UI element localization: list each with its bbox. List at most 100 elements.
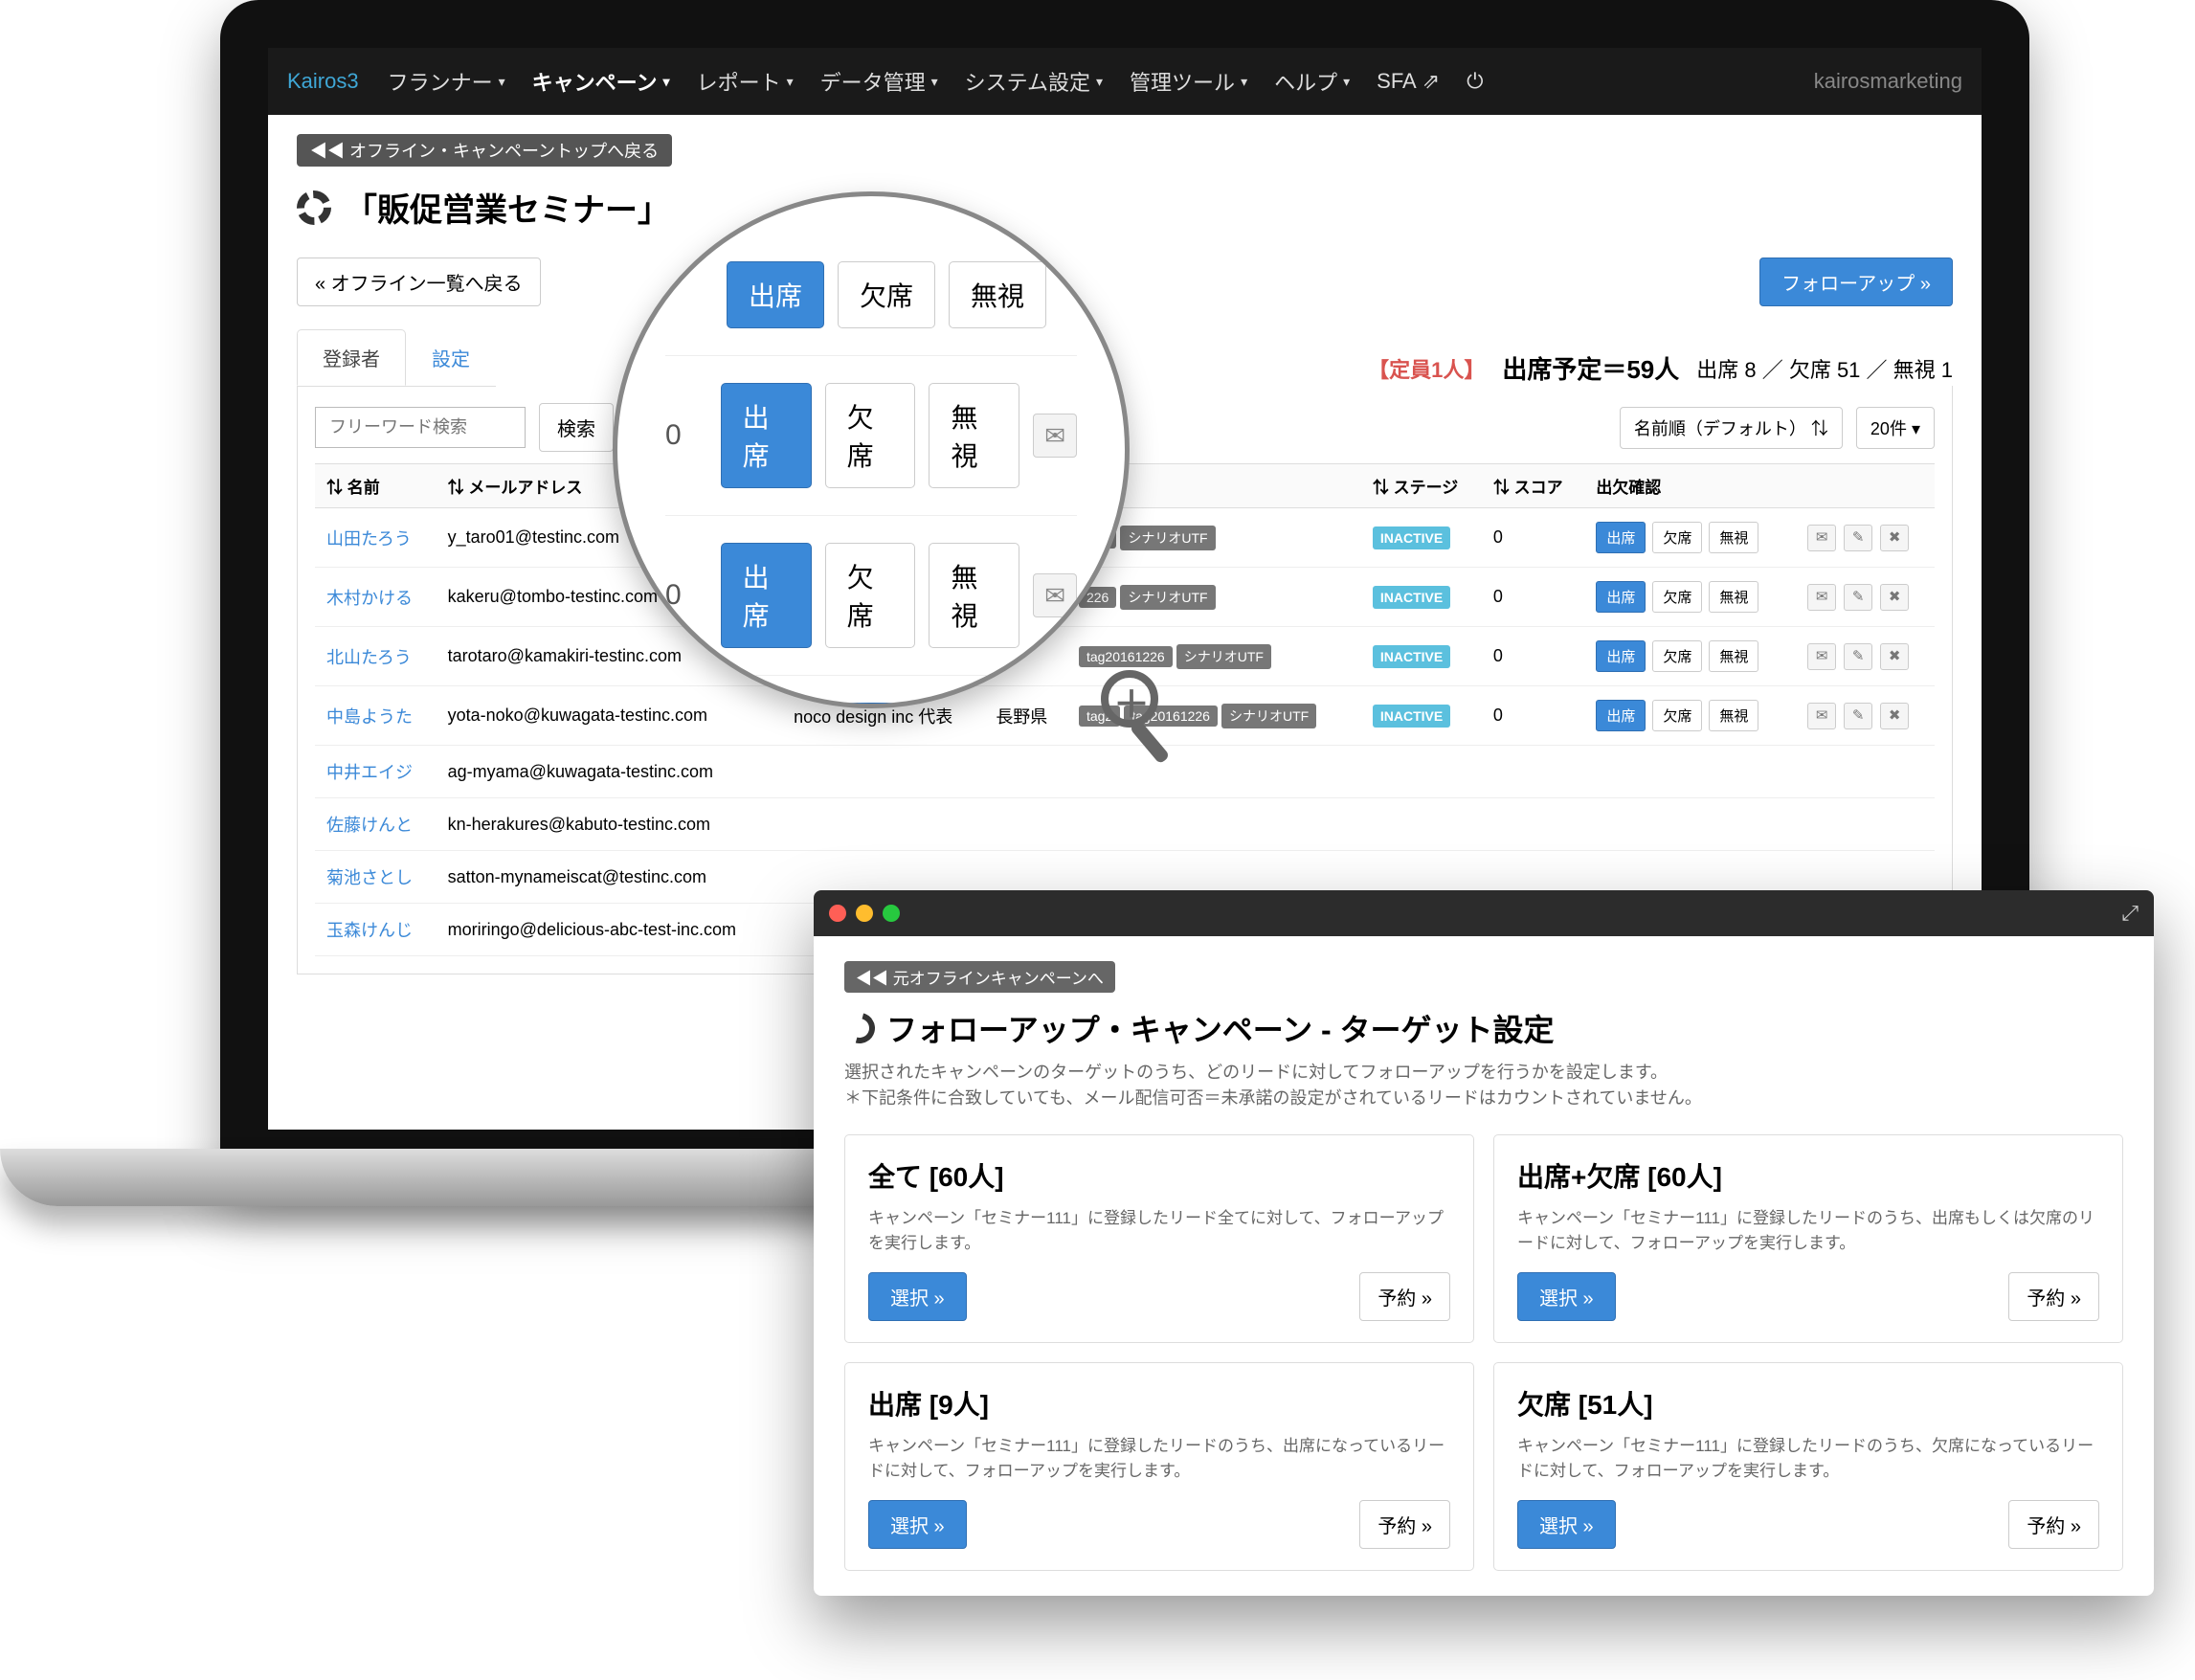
reserve-button[interactable]: 予約 » <box>1359 1272 1450 1321</box>
delete-icon[interactable]: ✖ <box>1880 584 1909 611</box>
attend-absent-button[interactable]: 欠席 <box>825 543 916 648</box>
table-row: 山田たろう y_taro01@testinc.com 226シナリオUTF IN… <box>315 508 1935 568</box>
attend-ignore-button[interactable]: 無視 <box>1709 581 1758 613</box>
sort-select[interactable]: 名前順（デフォルト） ⇅ <box>1620 407 1843 449</box>
nav-help[interactable]: ヘルプ▾ <box>1274 66 1350 97</box>
col-name[interactable]: ⇅ 名前 <box>315 464 437 508</box>
power-icon[interactable]: ⏻ <box>1467 69 1483 94</box>
nav-report[interactable]: レポート▾ <box>697 66 794 97</box>
back-list-button[interactable]: « オフライン一覧へ戻る <box>297 258 541 306</box>
attend-ignore-button[interactable]: 無視 <box>1709 522 1758 553</box>
popup-titlebar: ⤢ <box>814 890 2154 936</box>
mail-icon[interactable]: ✉ <box>1807 525 1836 551</box>
select-button[interactable]: 選択 » <box>1517 1500 1616 1549</box>
brand: Kairos3 <box>287 69 359 94</box>
mail-icon[interactable]: ✉ <box>1807 584 1836 611</box>
attend-present-button[interactable]: 出席 <box>721 543 812 648</box>
minimize-icon[interactable] <box>856 905 873 922</box>
delete-icon[interactable]: ✖ <box>1880 525 1909 551</box>
mail-icon[interactable]: ✉ <box>1807 703 1836 729</box>
expand-icon[interactable]: ⤢ <box>2121 901 2139 926</box>
reserve-button[interactable]: 予約 » <box>2008 1500 2099 1549</box>
attend-ignore-button[interactable]: 無視 <box>1709 640 1758 672</box>
card-title: 欠席 [51人] <box>1517 1384 2099 1422</box>
attend-present-button[interactable]: 出席 <box>1596 581 1646 613</box>
popup-desc: 選択されたキャンペーンのターゲットのうち、どのリードに対してフォローアップを行う… <box>844 1060 2123 1111</box>
attend-absent-button[interactable]: 欠席 <box>825 383 916 488</box>
attend-absent-button[interactable]: 欠席 <box>1652 522 1702 553</box>
col-attend: 出欠確認 <box>1584 464 1793 508</box>
reserve-button[interactable]: 予約 » <box>2008 1272 2099 1321</box>
select-button[interactable]: 選択 » <box>1517 1272 1616 1321</box>
popup-title: フォローアップ・キャンペーン - ターゲット設定 <box>844 1006 2123 1050</box>
target-card: 欠席 [51人] キャンペーン「セミナー111」に登録したリードのうち、欠席にな… <box>1493 1362 2123 1571</box>
delete-icon[interactable]: ✖ <box>1880 643 1909 670</box>
lead-link[interactable]: 中島ようた <box>326 707 413 727</box>
lead-link[interactable]: 菊池さとし <box>326 868 413 887</box>
select-button[interactable]: 選択 » <box>868 1272 967 1321</box>
card-desc: キャンペーン「セミナー111」に登録したリードのうち、欠席になっているリードに対… <box>1517 1434 2099 1483</box>
target-card: 出席 [9人] キャンペーン「セミナー111」に登録したリードのうち、出席になっ… <box>844 1362 1474 1571</box>
attend-absent-button[interactable]: 欠席 <box>1652 581 1702 613</box>
lead-link[interactable]: 玉森けんじ <box>326 921 413 940</box>
attend-absent-button[interactable]: 欠席 <box>838 261 935 328</box>
breadcrumb-back[interactable]: ◀◀ オフライン・キャンペーントップへ戻る <box>297 134 672 167</box>
nav-data[interactable]: データ管理▾ <box>820 66 938 97</box>
close-icon[interactable] <box>829 905 846 922</box>
nav-user[interactable]: kairosmarketing <box>1814 69 1962 94</box>
tab-settings[interactable]: 設定 <box>406 329 496 386</box>
mail-icon[interactable]: ✉ <box>1033 414 1077 458</box>
card-title: 全て [60人] <box>868 1156 1450 1195</box>
edit-icon[interactable]: ✎ <box>1844 584 1872 611</box>
target-card: 全て [60人] キャンペーン「セミナー111」に登録したリード全てに対して、フ… <box>844 1134 1474 1343</box>
search-input[interactable] <box>315 407 526 448</box>
card-title: 出席 [9人] <box>868 1384 1450 1422</box>
edit-icon[interactable]: ✎ <box>1844 703 1872 729</box>
mail-icon[interactable]: ✉ <box>1033 573 1077 617</box>
edit-icon[interactable]: ✎ <box>1844 525 1872 551</box>
attend-absent-button[interactable]: 欠席 <box>1652 700 1702 731</box>
search-button[interactable]: 検索 <box>539 403 614 452</box>
maximize-icon[interactable] <box>883 905 900 922</box>
reserve-button[interactable]: 予約 » <box>1359 1500 1450 1549</box>
magnifier-handle-icon: ＋ <box>1101 670 1187 756</box>
popup-back[interactable]: ◀◀ 元オフラインキャンペーンへ <box>844 961 1115 993</box>
card-desc: キャンペーン「セミナー111」に登録したリードのうち、出席になっているリードに対… <box>868 1434 1450 1483</box>
lead-link[interactable]: 山田たろう <box>326 529 412 549</box>
lead-link[interactable]: 佐藤けんと <box>326 816 413 835</box>
lead-link[interactable]: 北山たろう <box>326 648 412 667</box>
col-stage[interactable]: ⇅ ステージ <box>1361 464 1482 508</box>
lead-email: kn-herakures@kabuto-testinc.com <box>437 798 782 851</box>
followup-button[interactable]: フォローアップ » <box>1759 258 1953 306</box>
tab-registrants[interactable]: 登録者 <box>297 329 406 386</box>
table-row: 木村かける kakeru@tombo-testinc.com 226シナリオUT… <box>315 568 1935 627</box>
nav-planner[interactable]: フランナー▾ <box>388 66 505 97</box>
attend-absent-button[interactable]: 欠席 <box>1652 640 1702 672</box>
attend-ignore-button[interactable]: 無視 <box>929 543 1019 648</box>
attend-present-button[interactable]: 出席 <box>727 261 824 328</box>
nav-sfa[interactable]: SFA⇗ <box>1377 69 1440 94</box>
card-title: 出席+欠席 [60人] <box>1517 1156 2099 1195</box>
target-card: 出席+欠席 [60人] キャンペーン「セミナー111」に登録したリードのうち、出… <box>1493 1134 2123 1343</box>
attendance-stats: 【定員1人】 出席予定＝59人 出席 8 ／ 欠席 51 ／ 無視 1 <box>1368 350 1953 386</box>
nav-system[interactable]: システム設定▾ <box>965 66 1103 97</box>
delete-icon[interactable]: ✖ <box>1880 703 1909 729</box>
attend-present-button[interactable]: 出席 <box>1596 700 1646 731</box>
nav-admin[interactable]: 管理ツール▾ <box>1130 66 1247 97</box>
lead-link[interactable]: 木村かける <box>326 589 413 608</box>
attend-ignore-button[interactable]: 無視 <box>1709 700 1758 731</box>
col-score[interactable]: ⇅ スコア <box>1482 464 1584 508</box>
nav-campaign[interactable]: キャンペーン▾ <box>532 66 670 97</box>
lead-email: satton-mynameiscat@testinc.com <box>437 851 782 904</box>
attend-present-button[interactable]: 出席 <box>721 383 812 488</box>
attend-present-button[interactable]: 出席 <box>1596 522 1646 553</box>
magnifier-overlay: 出席 欠席 無視 0 出席 欠席 無視 ✉0 出席 欠席 無視 ✉ 出席 欠席 … <box>613 191 1130 708</box>
pagesize-select[interactable]: 20件 ▾ <box>1856 407 1935 449</box>
edit-icon[interactable]: ✎ <box>1844 643 1872 670</box>
mail-icon[interactable]: ✉ <box>1807 643 1836 670</box>
attend-ignore-button[interactable]: 無視 <box>929 383 1019 488</box>
select-button[interactable]: 選択 » <box>868 1500 967 1549</box>
attend-present-button[interactable]: 出席 <box>1596 640 1646 672</box>
attend-ignore-button[interactable]: 無視 <box>949 261 1046 328</box>
lead-link[interactable]: 中井エイジ <box>326 763 413 782</box>
